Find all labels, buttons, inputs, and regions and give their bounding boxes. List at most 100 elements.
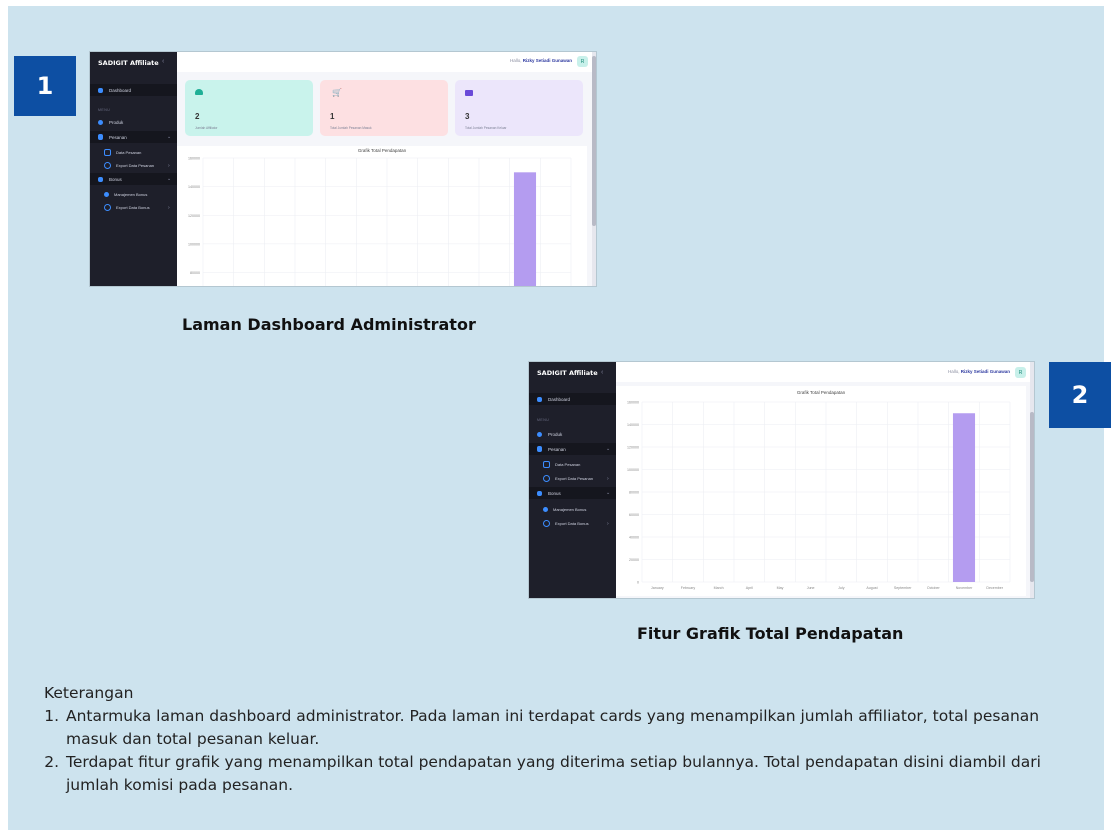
export-icon xyxy=(543,475,550,482)
orders-icon xyxy=(98,134,103,140)
chevron-down-icon: ⌄ xyxy=(167,176,172,182)
avatar[interactable]: R xyxy=(577,56,588,67)
sidebar-item-dashboard[interactable]: Dashboard xyxy=(90,84,177,96)
box-icon xyxy=(537,431,542,437)
collapse-icon[interactable]: ‹ xyxy=(162,58,164,65)
card-value: 3 xyxy=(465,112,470,121)
sidebar: SADIGIT Affiliate ‹ Dashboard MENU Produ… xyxy=(90,52,177,286)
scrollbar-thumb[interactable] xyxy=(1030,412,1034,582)
top-bar: Hallo, Rizky Setiadi Gunawan R xyxy=(177,52,596,73)
revenue-chart-svg: 0200004000060000800001000001200001400001… xyxy=(627,401,1011,590)
x-tick-label: August xyxy=(866,586,877,590)
sidebar-item-data-pesanan[interactable]: Data Pesanan xyxy=(529,459,616,470)
brand-logo: SADIGIT Affiliate xyxy=(98,59,159,67)
scrollbar[interactable] xyxy=(1030,362,1034,598)
dashboard-icon xyxy=(98,87,103,93)
sidebar: SADIGIT Affiliate ‹ Dashboard MENU Produ… xyxy=(529,362,616,598)
sidebar-item-bonus[interactable]: Bonus ⌄ xyxy=(90,173,177,185)
chart-title: Grafik Total Pendapatan xyxy=(357,148,407,153)
sidebar-item-produk[interactable]: Produk xyxy=(529,428,616,440)
card-pesanan-masuk: 🛒 1 Total Jumlah Pesanan Masuk xyxy=(320,80,448,136)
description-heading: Keterangan xyxy=(44,684,134,702)
chart-title: Grafik Total Pendapatan xyxy=(796,390,846,395)
export-icon xyxy=(104,204,111,211)
revenue-chart-svg: 0200004000060000800001000001200001400001… xyxy=(188,157,572,286)
step-badge-1: 1 xyxy=(14,56,76,116)
sidebar-item-dashboard[interactable]: Dashboard xyxy=(529,393,616,405)
sidebar-item-export-pesanan[interactable]: Export Data Pesanan › xyxy=(90,160,177,171)
y-tick-label: 100000 xyxy=(188,242,200,246)
scrollbar[interactable] xyxy=(592,52,596,286)
sidebar-item-bonus[interactable]: Bonus ⌄ xyxy=(529,487,616,499)
sidebar-item-label: Dashboard xyxy=(548,396,571,402)
chevron-down-icon: ⌄ xyxy=(606,446,611,452)
sidebar-item-label: Export Data Pesanan xyxy=(116,163,155,168)
description: Keterangan Antarmuka laman dashboard adm… xyxy=(44,682,1094,797)
y-tick-label: 160000 xyxy=(627,401,639,405)
card-value: 1 xyxy=(330,112,335,121)
bar[interactable] xyxy=(952,413,976,582)
user-greeting: Hallo, Rizky Setiadi Gunawan xyxy=(509,58,572,63)
description-list: Antarmuka laman dashboard administrator.… xyxy=(44,705,1094,797)
collapse-icon[interactable]: ‹ xyxy=(601,369,603,376)
x-tick-label: October xyxy=(927,586,941,590)
sidebar-item-label: Bonus xyxy=(548,490,561,496)
sidebar-item-export-bonus[interactable]: Export Data Bonus › xyxy=(529,518,616,529)
chevron-right-icon: › xyxy=(607,520,609,527)
dashboard-screenshot: SADIGIT Affiliate ‹ Dashboard MENU Produ… xyxy=(90,52,596,286)
main-content: Grafik Total Pendapatan 0 20000 40000 60000… xyxy=(616,382,1034,598)
y-tick-label: 40000 xyxy=(629,536,639,540)
caption-chart: Fitur Grafik Total Pendapatan xyxy=(637,624,904,643)
sidebar-item-label: Data Pesanan xyxy=(116,150,142,155)
bonus-icon xyxy=(98,176,103,182)
sidebar-item-label: Manajemen Bonus xyxy=(553,507,587,512)
card-pesanan-keluar: 3 Total Jumlah Pesanan Keluar xyxy=(455,80,583,136)
top-bar: Hallo, Rizky Setiadi Gunawan R xyxy=(616,362,1034,383)
export-icon xyxy=(104,162,111,169)
sidebar-item-pesanan[interactable]: Pesanan ⌄ xyxy=(90,131,177,143)
chart-icon xyxy=(543,461,550,468)
brand-logo: SADIGIT Affiliate xyxy=(537,369,598,377)
export-icon xyxy=(543,520,550,527)
sidebar-item-export-bonus[interactable]: Export Data Bonus › xyxy=(90,202,177,213)
chart-icon xyxy=(104,149,111,156)
card-value: 2 xyxy=(195,112,200,121)
description-item: Terdapat fitur grafik yang menampilkan t… xyxy=(64,751,1094,797)
x-tick-label: July xyxy=(838,586,845,590)
x-tick-label: September xyxy=(894,586,912,590)
sidebar-item-label: Produk xyxy=(548,431,563,437)
sidebar-item-label: Export Data Bonus xyxy=(116,205,150,210)
sidebar-item-label: Pesanan xyxy=(109,134,127,140)
description-item: Antarmuka laman dashboard administrator.… xyxy=(64,705,1094,751)
sidebar-item-manajemen-bonus[interactable]: Manajemen Bonus xyxy=(529,504,616,515)
y-tick-label: 120000 xyxy=(627,446,639,450)
y-tick-label: 0 xyxy=(637,581,639,585)
x-tick-label: April xyxy=(746,586,753,590)
sidebar-item-export-pesanan[interactable]: Export Data Pesanan › xyxy=(529,473,616,484)
x-tick-label: February xyxy=(681,586,696,590)
x-tick-label: December xyxy=(986,586,1003,590)
sidebar-item-data-pesanan[interactable]: Data Pesanan xyxy=(90,147,177,158)
sidebar-item-manajemen-bonus[interactable]: Manajemen Bonus xyxy=(90,189,177,200)
sidebar-item-pesanan[interactable]: Pesanan ⌄ xyxy=(529,443,616,455)
sidebar-item-produk[interactable]: Produk xyxy=(90,116,177,128)
y-tick-label: 60000 xyxy=(629,513,639,517)
orders-icon xyxy=(537,446,542,452)
cart-icon: 🛒 xyxy=(332,88,342,97)
y-tick-label: 100000 xyxy=(627,468,639,472)
y-tick-label: 80000 xyxy=(629,491,639,495)
user-greeting: Hallo, Rizky Setiadi Gunawan xyxy=(947,369,1010,374)
chart-screenshot: SADIGIT Affiliate ‹ Dashboard MENU Produ… xyxy=(529,362,1034,598)
sidebar-section-label: MENU xyxy=(537,418,550,422)
avatar[interactable]: R xyxy=(1015,367,1026,378)
chevron-down-icon: ⌄ xyxy=(606,490,611,496)
y-tick-label: 140000 xyxy=(627,423,639,427)
x-tick-label: November xyxy=(956,586,973,590)
scrollbar-thumb[interactable] xyxy=(592,56,596,226)
sidebar-item-label: Dashboard xyxy=(109,87,132,93)
bar[interactable] xyxy=(513,172,537,286)
sidebar-item-label: Manajemen Bonus xyxy=(114,192,148,197)
dashboard-icon xyxy=(537,396,542,402)
card-label: Total Jumlah Pesanan Keluar xyxy=(465,126,507,130)
bonus-icon xyxy=(537,490,542,496)
